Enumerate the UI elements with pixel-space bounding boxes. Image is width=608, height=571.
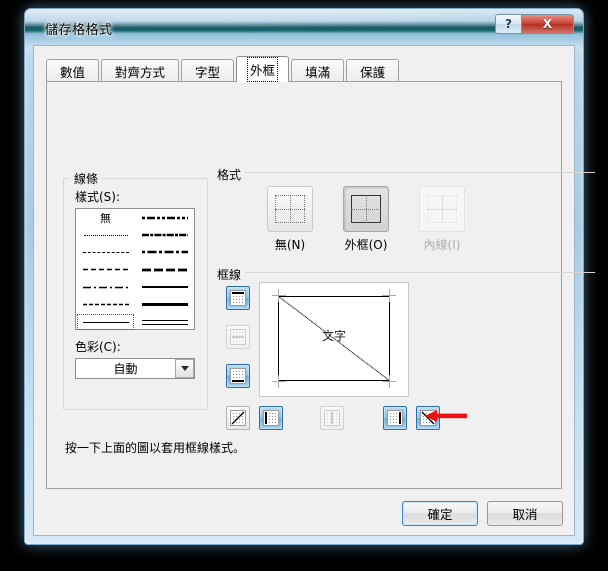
border-bottom-icon — [230, 368, 246, 384]
lines-group-title: 線條 — [70, 170, 103, 187]
line-style-none[interactable]: 無 — [76, 209, 135, 226]
preview-tick — [278, 289, 279, 302]
line-style-double[interactable] — [135, 313, 194, 330]
annotation-arrow-icon — [425, 410, 467, 422]
tab-protection[interactable]: 保護 — [346, 59, 400, 82]
preset-outline-label: 外框(O) — [344, 238, 388, 252]
border-horizontal-inside-button — [226, 325, 250, 349]
dialog-footer: 確定 取消 — [393, 501, 563, 526]
line-color-dropdown[interactable]: 自動 — [75, 358, 195, 379]
preview-tick — [278, 375, 279, 388]
window-controls: ? X — [495, 14, 574, 34]
preset-inside: 內線(I) — [404, 186, 480, 253]
border-left-icon — [263, 410, 279, 426]
tab-alignment[interactable]: 對齊方式 — [101, 59, 180, 82]
tab-label: 對齊方式 — [115, 64, 166, 80]
preset-inside-label: 內線(I) — [423, 238, 461, 252]
help-icon[interactable]: ? — [495, 14, 522, 34]
line-style-none-label: 無 — [100, 211, 111, 225]
tab-strip: 數值 對齊方式 字型 外框 填滿 保護 — [46, 56, 562, 82]
dash-bold-glyph — [141, 268, 188, 272]
line-style-dashed-medium[interactable] — [76, 296, 135, 313]
border-bottom-button[interactable] — [226, 364, 250, 388]
line-style-dash-dot-slant[interactable] — [135, 226, 194, 243]
border-tab-page: 線條 樣式(S): 無 色彩(C): 自動 格式 無(N) 外框(O) 內線(I… — [46, 81, 595, 489]
chevron-down-icon[interactable] — [175, 359, 194, 378]
format-cells-dialog: 儲存格格式 ? X 數值 對齊方式 字型 外框 填滿 保護 線條 樣式(S): — [24, 8, 595, 545]
border-left-button[interactable] — [259, 406, 283, 430]
line-style-listbox[interactable]: 無 — [75, 208, 195, 330]
preview-tick — [272, 381, 286, 382]
line-style-dotted[interactable] — [76, 244, 135, 261]
line-style-column-right — [135, 209, 194, 329]
close-icon[interactable]: X — [522, 14, 574, 34]
slant-dash-glyph — [141, 233, 188, 237]
dash-dot-glyph — [82, 286, 129, 288]
border-horizontal-inside-icon — [230, 329, 246, 345]
line-style-solid-thin[interactable] — [76, 313, 135, 330]
tab-label: 外框 — [247, 57, 279, 82]
style-label: 樣式(S): — [75, 190, 121, 204]
presets-title: 格式 — [217, 168, 242, 182]
border-top-icon — [230, 290, 246, 306]
preset-none-label: 無(N) — [274, 238, 306, 252]
tab-label: 數值 — [60, 64, 86, 80]
preset-none-icon[interactable] — [267, 186, 313, 232]
presets-divider — [245, 172, 595, 173]
border-diagonal-up-icon — [230, 410, 246, 426]
border-preview[interactable]: 文字 — [259, 282, 409, 397]
border-vertical-inside-button — [320, 406, 344, 430]
preview-tick — [272, 295, 286, 296]
line-style-dashed[interactable] — [76, 261, 135, 278]
line-style-dotted-fine[interactable] — [76, 226, 135, 243]
tab-number[interactable]: 數值 — [46, 59, 100, 82]
border-hint-text: 按一下上面的圖以套用框線樣式。 — [65, 441, 246, 455]
line-style-dash-dot-dot-bold[interactable] — [135, 209, 194, 226]
tab-label: 字型 — [195, 64, 221, 80]
line-style-solid-medium[interactable] — [135, 279, 194, 296]
border-title: 框線 — [217, 268, 242, 282]
dash-dot-dot-glyph — [141, 216, 188, 219]
dash-glyph — [82, 269, 129, 271]
tab-fill[interactable]: 填滿 — [291, 59, 345, 82]
dash-dot-bold-glyph — [141, 251, 188, 254]
tab-font[interactable]: 字型 — [181, 59, 235, 82]
line-style-solid-bold[interactable] — [135, 296, 194, 313]
preview-tick — [389, 375, 390, 388]
window-title: 儲存格格式 — [45, 23, 113, 38]
line-style-dash-dot-bold[interactable] — [135, 244, 194, 261]
preset-outline-icon[interactable] — [343, 186, 389, 232]
line-style-dash-dot[interactable] — [76, 279, 135, 296]
border-top-button[interactable] — [226, 286, 250, 310]
border-vertical-inside-icon — [324, 410, 340, 426]
preset-outline[interactable]: 外框(O) — [328, 186, 404, 253]
border-diagonal-up-button[interactable] — [226, 406, 250, 430]
line-color-value: 自動 — [113, 362, 138, 376]
border-right-icon — [387, 410, 403, 426]
cancel-button[interactable]: 取消 — [487, 501, 563, 526]
tab-border[interactable]: 外框 — [236, 56, 290, 82]
preview-tick — [389, 289, 390, 302]
line-style-column-left: 無 — [76, 209, 135, 330]
tab-label: 填滿 — [305, 64, 331, 80]
dialog-client-area: 數值 對齊方式 字型 外框 填滿 保護 線條 樣式(S): 無 色彩(C): 自… — [33, 45, 595, 536]
color-label: 色彩(C): — [75, 340, 121, 354]
ok-button[interactable]: 確定 — [402, 501, 478, 526]
border-divider — [245, 272, 595, 273]
presets-row: 無(N) 外框(O) 內線(I) — [252, 186, 480, 253]
border-right-button[interactable] — [383, 406, 407, 430]
title-bar[interactable]: 儲存格格式 ? X — [25, 9, 583, 49]
tab-label: 保護 — [360, 64, 386, 80]
lines-group: 線條 樣式(S): 無 色彩(C): 自動 — [63, 170, 208, 410]
dash-medium-glyph — [82, 303, 129, 306]
preset-inside-icon — [419, 186, 465, 232]
preview-text: 文字 — [321, 329, 346, 343]
preset-none[interactable]: 無(N) — [252, 186, 328, 253]
line-style-dashed-bold[interactable] — [135, 261, 194, 278]
